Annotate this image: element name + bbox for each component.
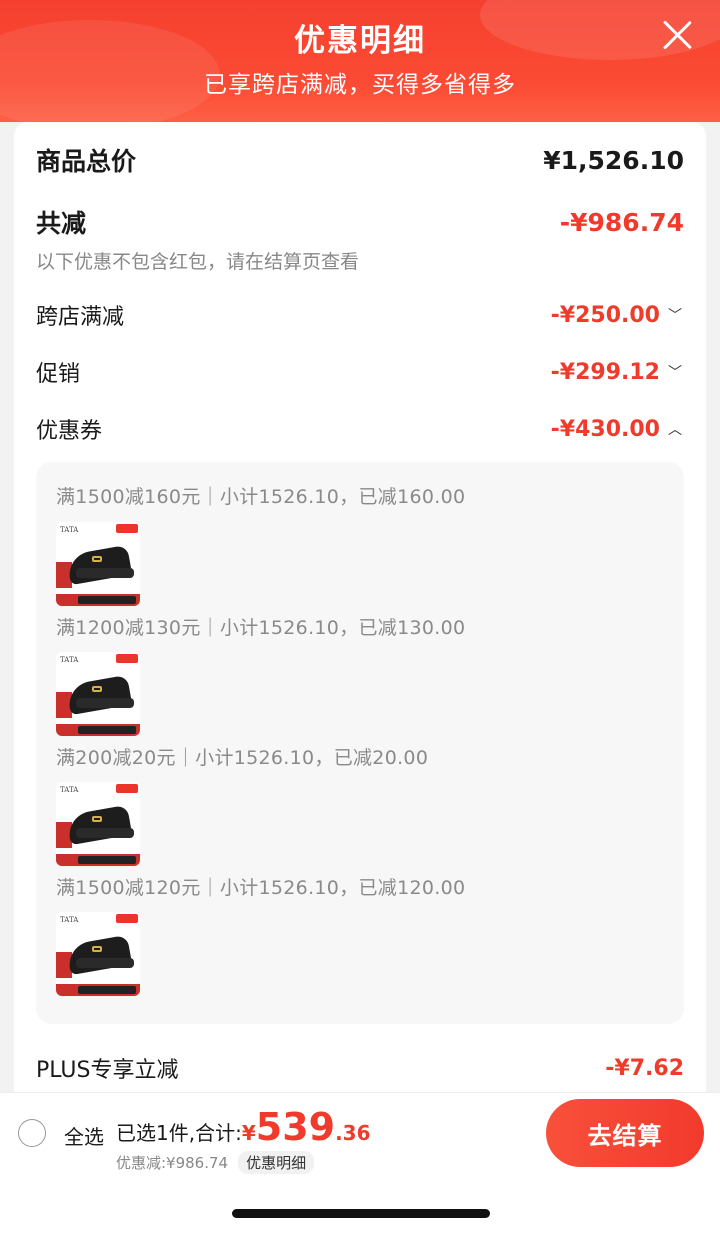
discount-detail-button[interactable]: 优惠明细: [238, 1151, 315, 1174]
promo-bar-text: [78, 856, 136, 864]
promo-tag: [116, 654, 138, 663]
discount-item-label: 优惠券: [36, 419, 103, 444]
checkout-button[interactable]: 去结算: [546, 1099, 704, 1167]
close-icon[interactable]: [660, 18, 694, 52]
shoe-icon: [65, 934, 133, 976]
total-discount-label: 共减: [36, 209, 87, 238]
total-price-label: 商品总价: [36, 147, 137, 176]
promo-bar-text: [78, 596, 136, 604]
total-discount-row: 共减 -¥986.74: [36, 204, 684, 240]
brand-logo: TATA: [60, 786, 79, 794]
brand-logo: TATA: [60, 916, 79, 924]
discount-item-value-wrap: -¥430.00 ︿: [551, 417, 684, 442]
plus-discount-row: PLUS专享立减 -¥7.62: [36, 1052, 684, 1084]
discount-item-cross-store[interactable]: 跨店满减 -¥250.00 ﹀: [36, 299, 684, 331]
shoe-icon: [65, 804, 133, 846]
promo-bar-text: [78, 986, 136, 994]
chevron-up-icon[interactable]: ︿: [666, 419, 684, 439]
discount-item-label: 促销: [36, 362, 81, 387]
promo-bar-text: [78, 726, 136, 734]
shoe-sole-icon: [76, 828, 134, 838]
shoe-sole-icon: [76, 568, 134, 578]
brand-logo: TATA: [60, 656, 79, 664]
header-banner: 优惠明细 已享跨店满减，买得多省得多: [0, 0, 720, 140]
discount-item-label: 跨店满减: [36, 305, 125, 330]
total-amount-integer: 539: [255, 1105, 336, 1149]
total-price-row: 商品总价 ¥1,526.10: [36, 142, 684, 178]
promo-tag: [116, 524, 138, 533]
promo-tag: [116, 784, 138, 793]
discount-item-value: -¥430.00: [550, 416, 660, 442]
checkout-bar: 全选 已选1件,合计: ¥ 539 .36 优惠减:¥986.74 优惠明细 去…: [0, 1092, 720, 1174]
discount-item-coupon[interactable]: 优惠券 -¥430.00 ︿: [36, 413, 684, 445]
buckle-icon: [92, 686, 102, 692]
total-discount-value: -¥986.74: [559, 207, 684, 237]
detail-sheet: 商品总价 ¥1,526.10 共减 -¥986.74 以下优惠不包含红包，请在结…: [0, 122, 720, 1092]
shoe-icon: [65, 544, 133, 586]
discount-item-promotion[interactable]: 促销 -¥299.12 ﹀: [36, 356, 684, 388]
currency-symbol: ¥: [241, 1121, 256, 1145]
coupon-rule: 满1200减130元｜小计1526.10，已减130.00: [56, 617, 466, 639]
chevron-down-icon[interactable]: ﹀: [666, 305, 684, 325]
buckle-icon: [92, 946, 102, 952]
product-thumbnail[interactable]: TATA: [56, 652, 140, 736]
selected-count-text: 已选1件,合计:: [116, 1121, 242, 1145]
discount-summary-text: 优惠减:¥986.74: [116, 1154, 229, 1172]
page-subtitle: 已享跨店满减，买得多省得多: [204, 72, 516, 98]
discount-item-value: -¥250.00: [550, 302, 660, 328]
discount-item-value: -¥299.12: [550, 359, 660, 385]
coupon-rule: 满1500减120元｜小计1526.10，已减120.00: [56, 877, 466, 899]
shoe-icon: [65, 674, 133, 716]
shoe-sole-icon: [76, 958, 134, 968]
brand-logo: TATA: [60, 526, 79, 534]
select-all-label[interactable]: 全选: [64, 1121, 104, 1150]
buckle-icon: [92, 816, 102, 822]
product-thumbnail[interactable]: TATA: [56, 782, 140, 866]
shoe-sole-icon: [76, 698, 134, 708]
plus-discount-label: PLUS专享立减: [36, 1058, 179, 1083]
product-thumbnail[interactable]: TATA: [56, 912, 140, 996]
home-indicator[interactable]: [232, 1209, 490, 1218]
coupon-detail-panel: 满1500减160元｜小计1526.10，已减160.00 TATA 满1200…: [36, 462, 684, 1024]
total-amount-decimal: .36: [335, 1121, 371, 1145]
total-line: 已选1件,合计: ¥ 539 .36: [116, 1105, 371, 1149]
discount-summary-line: 优惠减:¥986.74 优惠明细: [116, 1151, 315, 1174]
chevron-down-icon[interactable]: ﹀: [666, 362, 684, 382]
coupon-rule: 满1500减160元｜小计1526.10，已减160.00: [56, 486, 466, 508]
total-price-value: ¥1,526.10: [543, 145, 684, 175]
detail-card: 商品总价 ¥1,526.10 共减 -¥986.74 以下优惠不包含红包，请在结…: [14, 122, 706, 1092]
discount-item-value-wrap: -¥250.00 ﹀: [551, 303, 684, 328]
select-all-radio[interactable]: [18, 1119, 46, 1147]
discount-hint: 以下优惠不包含红包，请在结算页查看: [36, 251, 360, 273]
product-thumbnail[interactable]: TATA: [56, 522, 140, 606]
buckle-icon: [92, 556, 102, 562]
plus-discount-value: -¥7.62: [605, 1055, 684, 1081]
page-title: 优惠明细: [294, 23, 426, 59]
promo-tag: [116, 914, 138, 923]
discount-item-value-wrap: -¥299.12 ﹀: [551, 360, 684, 385]
coupon-rule: 满200减20元｜小计1526.10，已减20.00: [56, 747, 429, 769]
